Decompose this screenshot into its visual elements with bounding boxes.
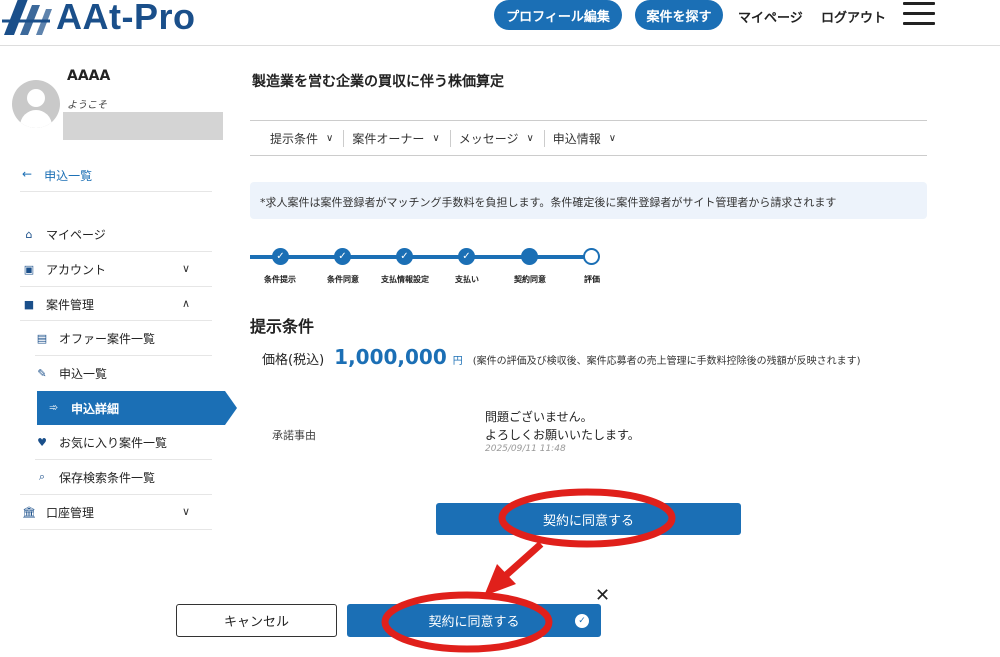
divider — [20, 529, 212, 530]
step-label: 条件同意 — [327, 275, 359, 284]
redacted-user-info — [63, 112, 223, 140]
id-card-icon: ▣ — [23, 262, 35, 276]
logo-icon — [2, 0, 52, 35]
sidebar-item-label: アカウント — [46, 262, 107, 277]
sidebar-item-favorites[interactable]: ♥ お気に入り案件一覧 — [35, 425, 212, 459]
home-icon: ⌂ — [25, 227, 33, 241]
mypage-link[interactable]: マイページ — [738, 7, 803, 26]
confirm-agree-button[interactable]: 契約に同意する — [347, 604, 601, 637]
reason-label: 承諾事由 — [272, 429, 316, 442]
page-title: 製造業を営む企業の買収に伴う株価算定 — [252, 74, 504, 90]
chevron-down-icon: ∨ — [326, 132, 334, 144]
sidebar-item-label: 申込詳細 — [71, 402, 120, 416]
menu-icon[interactable] — [903, 2, 935, 26]
arrow-left-icon: ← — [22, 167, 33, 181]
sidebar-item-account[interactable]: ▣ アカウント ∨ — [22, 252, 212, 286]
bank-icon: 🏛 — [22, 505, 36, 519]
back-link-label: 申込一覧 — [44, 169, 93, 183]
chevron-down-icon: ∨ — [608, 132, 617, 144]
step-done-icon: ✓ — [458, 248, 475, 265]
handshake-icon: ➾ — [49, 401, 59, 414]
price-label: 価格(税込) — [262, 353, 325, 368]
chevron-down-icon: ∨ — [181, 262, 190, 275]
agree-contract-button[interactable]: 契約に同意する — [436, 503, 741, 535]
reason-text: よろしくお願いいたします。 — [485, 428, 640, 442]
step-done-icon: ✓ — [272, 248, 289, 265]
back-to-applications-link[interactable]: ← 申込一覧 — [22, 167, 92, 184]
confirm-bar — [0, 548, 1000, 657]
step-done-icon: ✓ — [396, 248, 413, 265]
sidebar-item-saved-searches[interactable]: ⌕ 保存検索条件一覧 — [35, 460, 212, 494]
cancel-button[interactable]: キャンセル — [176, 604, 337, 637]
tab-application-info[interactable]: 申込情報 ∨ — [545, 130, 626, 147]
tab-messages[interactable]: メッセージ ∨ — [451, 129, 545, 147]
tab-terms[interactable]: 提示条件 ∨ — [262, 129, 345, 147]
step-label: 評価 — [584, 275, 600, 284]
tab-label: 提示条件 — [270, 131, 319, 146]
step-current-icon — [521, 248, 538, 265]
chevron-down-icon: ∨ — [181, 505, 190, 518]
price-note: (案件の評価及び検収後、案件応募者の売上管理に手数料控除後の残額が反映されます) — [472, 356, 861, 367]
chevron-up-icon: ∧ — [181, 297, 190, 310]
sidebar-item-label: マイページ — [46, 227, 106, 242]
step-done-icon: ✓ — [334, 248, 351, 265]
sidebar-item-label: オファー案件一覧 — [59, 331, 156, 346]
sidebar-item-application-detail[interactable]: ➾ 申込詳細 — [37, 391, 237, 425]
sidebar-item-label: 口座管理 — [46, 505, 95, 520]
tab-label: 申込情報 — [552, 131, 601, 146]
sidebar-item-label: お気に入り案件一覧 — [59, 435, 168, 450]
price-row: 価格(税込) 1,000,000 円 (案件の評価及び検収後、案件応募者の売上管… — [262, 345, 861, 369]
welcome-text: ようこそ — [67, 100, 107, 111]
reason-timestamp: 2025/09/11 11:48 — [485, 444, 566, 454]
section-title: 提示条件 — [250, 317, 315, 336]
sidebar-item-offer-list[interactable]: ▤ オファー案件一覧 — [35, 321, 212, 355]
fee-notice: *求人案件は案件登録者がマッチング手数料を負担します。条件確定後に案件登録者がサ… — [250, 182, 927, 219]
close-icon[interactable]: ✕ — [595, 585, 610, 606]
price-value: 1,000,000 — [334, 345, 447, 369]
avatar — [12, 80, 60, 128]
application-icon: ✎ — [37, 366, 47, 380]
active-item-background — [37, 391, 237, 425]
site-header: AAt-Pro プロフィール編集 案件を探す マイページ ログアウト — [0, 0, 1000, 46]
progress-steps: ✓ ✓ ✓ ✓ 条件提示 条件同意 支払情報設定 支払い 契約同意 評価 — [250, 246, 610, 286]
progress-line — [250, 255, 596, 259]
heart-icon: ♥ — [37, 435, 47, 449]
briefcase-icon: ■ — [23, 297, 35, 311]
user-name: AAAA — [67, 68, 111, 84]
step-label: 支払情報設定 — [381, 275, 429, 284]
tab-owner[interactable]: 案件オーナー ∨ — [344, 129, 451, 147]
profile-edit-button[interactable]: プロフィール編集 — [494, 0, 622, 30]
search-cases-button[interactable]: 案件を探す — [635, 0, 723, 30]
sidebar-item-case-management[interactable]: ■ 案件管理 ∧ — [22, 287, 212, 321]
tab-label: メッセージ — [458, 131, 519, 146]
logout-link[interactable]: ログアウト — [821, 7, 886, 26]
sidebar-item-mypage[interactable]: ⌂ マイページ — [22, 217, 212, 251]
price-unit: 円 — [452, 356, 463, 367]
step-label: 条件提示 — [264, 275, 296, 284]
chevron-down-icon: ∨ — [526, 132, 534, 144]
sidebar-item-label: 申込一覧 — [59, 366, 108, 381]
step-pending-icon — [583, 248, 600, 265]
site-logo[interactable]: AAt-Pro — [0, 0, 195, 38]
logo-text: AAt-Pro — [56, 0, 196, 37]
divider — [20, 191, 212, 192]
section-tabs: 提示条件 ∨ 案件オーナー ∨ メッセージ ∨ 申込情報 ∨ — [250, 120, 927, 156]
offer-icon: ▤ — [36, 331, 48, 345]
search-icon: ⌕ — [38, 470, 46, 483]
step-label: 契約同意 — [514, 275, 546, 284]
sidebar-item-bank-account[interactable]: 🏛 口座管理 ∨ — [22, 495, 212, 529]
sidebar-item-label: 案件管理 — [46, 297, 95, 312]
check-icon: ✓ — [575, 614, 589, 628]
sidebar-item-label: 保存検索条件一覧 — [59, 470, 156, 485]
chevron-down-icon: ∨ — [432, 132, 440, 144]
tab-label: 案件オーナー — [352, 131, 425, 146]
sidebar-item-application-list[interactable]: ✎ 申込一覧 — [35, 356, 212, 390]
step-label: 支払い — [455, 275, 479, 284]
reason-text: 問題ございません。 — [485, 410, 593, 424]
